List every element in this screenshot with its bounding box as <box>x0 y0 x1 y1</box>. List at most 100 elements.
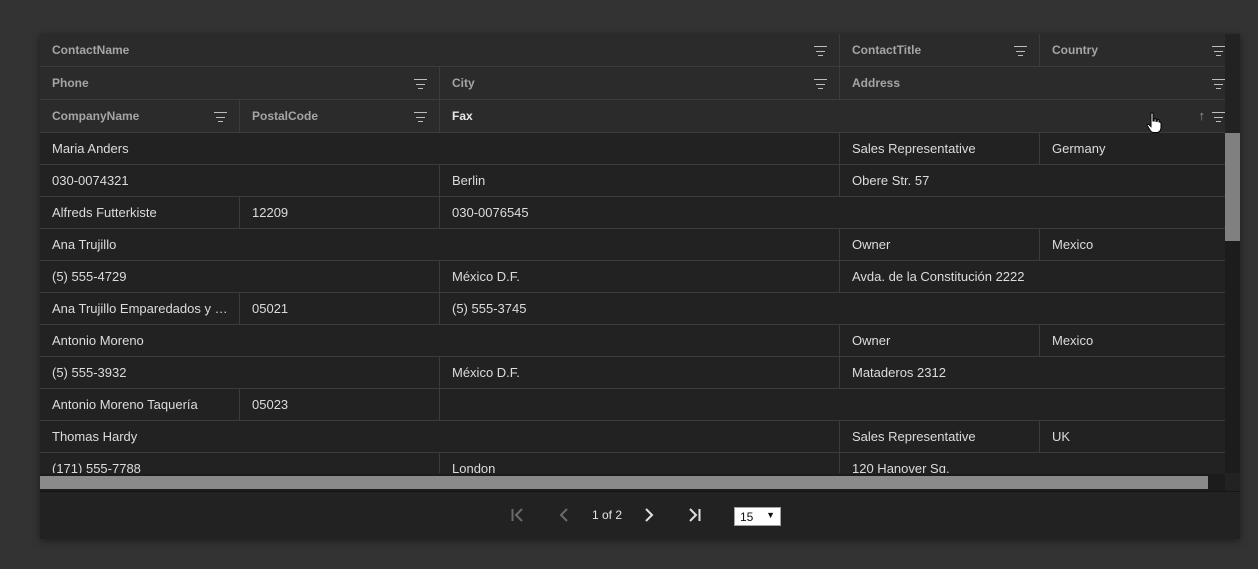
cell-contacttitle[interactable]: Sales Representative <box>840 133 1040 164</box>
header-country[interactable]: Country <box>1040 34 1225 66</box>
header-label: PostalCode <box>252 109 319 123</box>
header-city[interactable]: City <box>440 67 840 99</box>
cell-country[interactable]: Mexico <box>1040 229 1225 260</box>
cell-text: México D.F. <box>452 365 520 380</box>
cell-city[interactable]: México D.F. <box>440 261 840 292</box>
filter-icon[interactable] <box>1211 46 1225 56</box>
table-row[interactable]: Alfreds Futterkiste 12209 030-0076545 <box>40 197 1225 229</box>
cell-address[interactable]: Obere Str. 57 <box>840 165 1225 196</box>
table-row[interactable]: (5) 555-4729 México D.F. Avda. de la Con… <box>40 261 1225 293</box>
filter-icon[interactable] <box>1211 112 1225 122</box>
table-row[interactable]: Thomas Hardy Sales Representative UK <box>40 421 1225 453</box>
header-companyname[interactable]: CompanyName <box>40 100 240 132</box>
filter-icon[interactable] <box>1211 79 1225 89</box>
data-grid: ContactName ContactTitle Country Phone C… <box>40 34 1240 539</box>
chevron-down-icon: ▼ <box>766 510 775 520</box>
horizontal-scroll-thumb[interactable] <box>40 476 1208 489</box>
header-contacttitle[interactable]: ContactTitle <box>840 34 1040 66</box>
table-row[interactable]: Antonio Moreno Taquería 05023 <box>40 389 1225 421</box>
cell-fax[interactable] <box>440 389 1225 420</box>
header-address[interactable]: Address <box>840 67 1225 99</box>
table-row[interactable]: 030-0074321 Berlin Obere Str. 57 <box>40 165 1225 197</box>
cell-postalcode[interactable]: 05021 <box>240 293 440 324</box>
cell-postalcode[interactable]: 12209 <box>240 197 440 228</box>
cell-text: Ana Trujillo Emparedados y he... <box>52 301 239 316</box>
header-row-3: CompanyName PostalCode Fax ↑ <box>40 100 1225 133</box>
horizontal-scrollbar[interactable] <box>40 474 1225 491</box>
cell-text: (5) 555-3745 <box>452 301 527 316</box>
filter-icon[interactable] <box>213 112 227 122</box>
cell-contacttitle[interactable]: Owner <box>840 325 1040 356</box>
cell-phone[interactable]: (5) 555-4729 <box>40 261 440 292</box>
cell-city[interactable]: London <box>440 453 840 473</box>
cell-contactname[interactable]: Ana Trujillo <box>40 229 840 260</box>
header-fax[interactable]: Fax ↑ <box>440 100 1225 132</box>
cell-text: México D.F. <box>452 269 520 284</box>
table-row[interactable]: (5) 555-3932 México D.F. Mataderos 2312 <box>40 357 1225 389</box>
cell-companyname[interactable]: Ana Trujillo Emparedados y he... <box>40 293 240 324</box>
cell-fax[interactable]: (5) 555-3745 <box>440 293 1225 324</box>
page-size-select[interactable]: 15 ▼ <box>734 507 781 526</box>
filter-icon[interactable] <box>813 46 827 56</box>
filter-icon[interactable] <box>813 79 827 89</box>
header-contactname[interactable]: ContactName <box>40 34 840 66</box>
header-label: Fax <box>452 109 473 123</box>
cell-text: UK <box>1052 429 1071 444</box>
cell-contactname[interactable]: Thomas Hardy <box>40 421 840 452</box>
cell-contactname[interactable]: Maria Anders <box>40 133 840 164</box>
cell-contactname[interactable]: Antonio Moreno <box>40 325 840 356</box>
cell-contacttitle[interactable]: Sales Representative <box>840 421 1040 452</box>
cell-text: Alfreds Futterkiste <box>52 205 157 220</box>
header-label: ContactTitle <box>852 43 922 57</box>
cell-text: Sales Representative <box>852 141 976 156</box>
grid-viewport: ContactName ContactTitle Country Phone C… <box>40 34 1240 473</box>
cell-address[interactable]: 120 Hanover Sq. <box>840 453 1225 473</box>
filter-icon[interactable] <box>413 112 427 122</box>
cell-country[interactable]: Mexico <box>1040 325 1225 356</box>
cell-companyname[interactable]: Alfreds Futterkiste <box>40 197 240 228</box>
vertical-scroll-thumb[interactable] <box>1225 133 1240 241</box>
table-row[interactable]: Ana Trujillo Owner Mexico <box>40 229 1225 261</box>
header-label: CompanyName <box>52 109 140 123</box>
cell-text: Maria Anders <box>52 141 129 156</box>
filter-icon[interactable] <box>1013 46 1027 56</box>
cell-text: Antonio Moreno Taquería <box>52 397 198 412</box>
cell-text: 030-0076545 <box>452 205 529 220</box>
cell-country[interactable]: Germany <box>1040 133 1225 164</box>
first-page-icon[interactable] <box>507 505 529 525</box>
cell-text: (5) 555-4729 <box>52 269 127 284</box>
cell-address[interactable]: Mataderos 2312 <box>840 357 1225 388</box>
cell-text: Owner <box>852 333 891 348</box>
cell-contacttitle[interactable]: Owner <box>840 229 1040 260</box>
cell-phone[interactable]: (5) 555-3932 <box>40 357 440 388</box>
cell-fax[interactable]: 030-0076545 <box>440 197 1225 228</box>
cell-text: Mexico <box>1052 333 1094 348</box>
table-row[interactable]: (171) 555-7788 London 120 Hanover Sq. <box>40 453 1225 473</box>
cell-address[interactable]: Avda. de la Constitución 2222 <box>840 261 1225 292</box>
sort-ascending-icon[interactable]: ↑ <box>1199 108 1206 123</box>
filter-icon[interactable] <box>413 79 427 89</box>
header-postalcode[interactable]: PostalCode <box>240 100 440 132</box>
cell-phone[interactable]: (171) 555-7788 <box>40 453 440 473</box>
cell-city[interactable]: Berlin <box>440 165 840 196</box>
cell-country[interactable]: UK <box>1040 421 1225 452</box>
table-row[interactable]: Ana Trujillo Emparedados y he... 05021 (… <box>40 293 1225 325</box>
header-label: City <box>452 76 475 90</box>
header-label: Phone <box>52 76 89 90</box>
last-page-icon[interactable] <box>683 505 705 525</box>
next-page-icon[interactable] <box>638 505 660 525</box>
cell-text: 05021 <box>252 301 289 316</box>
previous-page-icon[interactable] <box>553 505 575 525</box>
table-row[interactable]: Antonio Moreno Owner Mexico <box>40 325 1225 357</box>
cell-text: (171) 555-7788 <box>52 461 141 473</box>
cell-city[interactable]: México D.F. <box>440 357 840 388</box>
cell-text: Sales Representative <box>852 429 976 444</box>
cell-text: Mexico <box>1052 237 1094 252</box>
cell-companyname[interactable]: Antonio Moreno Taquería <box>40 389 240 420</box>
header-phone[interactable]: Phone <box>40 67 440 99</box>
cell-postalcode[interactable]: 05023 <box>240 389 440 420</box>
vertical-scrollbar[interactable] <box>1225 133 1240 473</box>
table-row[interactable]: Maria Anders Sales Representative German… <box>40 133 1225 165</box>
cell-phone[interactable]: 030-0074321 <box>40 165 440 196</box>
cell-text: 120 Hanover Sq. <box>852 461 950 473</box>
